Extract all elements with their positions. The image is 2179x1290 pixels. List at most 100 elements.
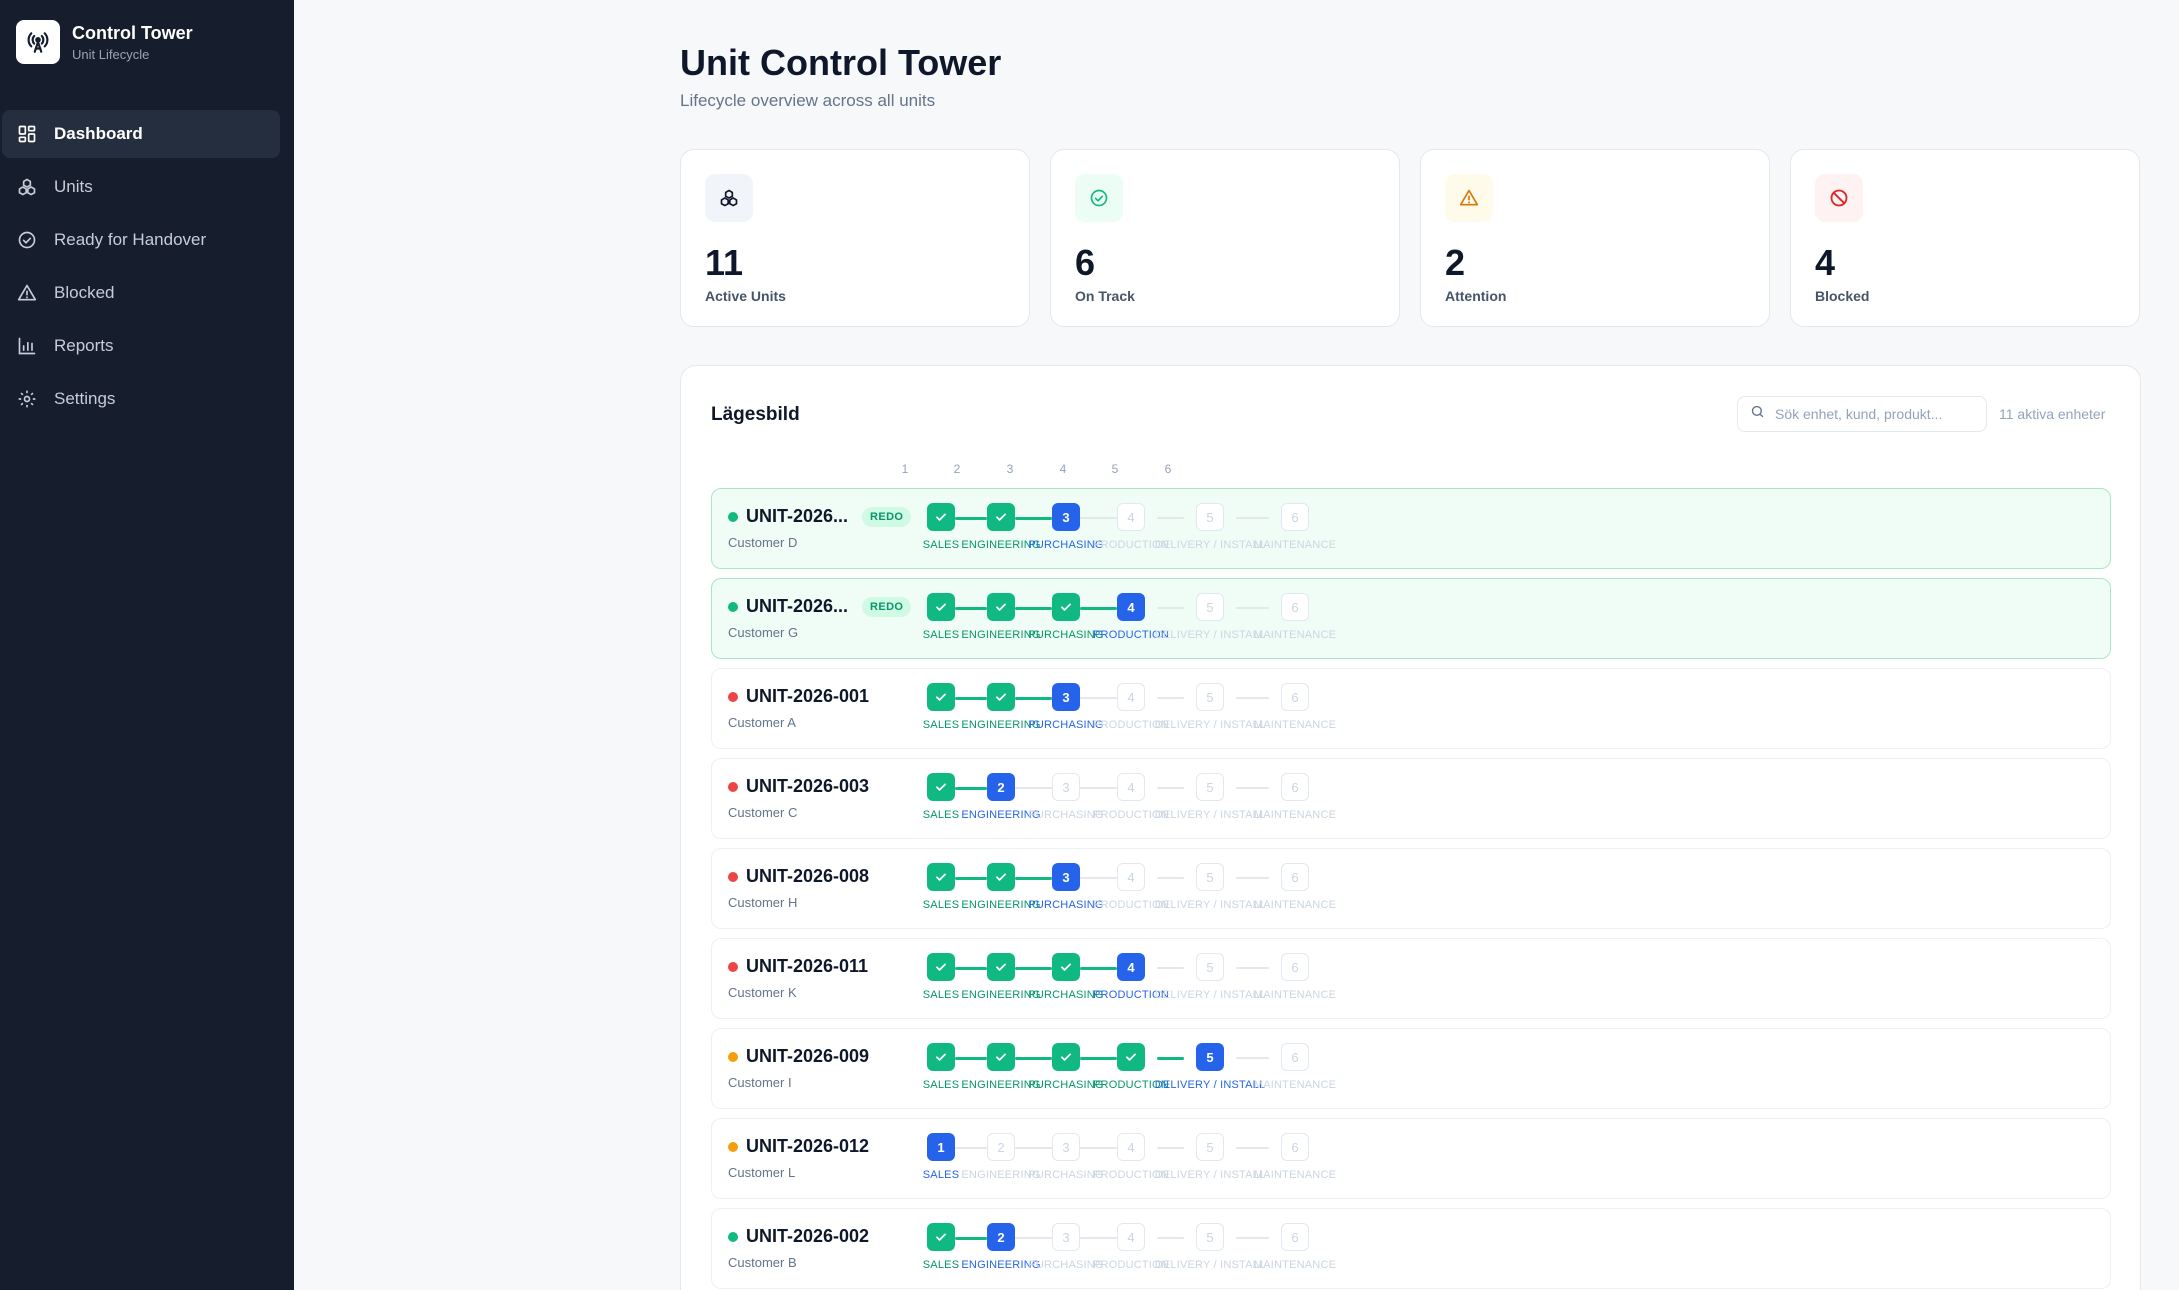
unit-row[interactable]: UNIT-2026... REDO Customer D SALES ENGINEERI… [711,488,2111,569]
unit-row[interactable]: UNIT-2026-002 Customer B SALES 2 ENGINEERING… [711,1208,2111,1289]
column-number: 3 [1006,462,1014,476]
stat-card-attention[interactable]: 2 Attention [1420,149,1770,327]
unit-list: UNIT-2026... REDO Customer D SALES ENGINEERI… [711,488,2111,1290]
stage-number: 6 [1281,773,1309,801]
unit-id[interactable]: UNIT-2026-011 [746,956,868,977]
sidebar-item-label: Ready for Handover [54,230,207,249]
unit-id[interactable]: UNIT-2026... [746,596,848,617]
brand[interactable]: Control Tower Unit Lifecycle [0,0,294,84]
customer-name: Customer A [728,715,796,730]
stage-number: 6 [1281,1223,1309,1251]
status-dot [728,1232,738,1242]
stat-card-active-units[interactable]: 11 Active Units [680,149,1030,327]
unit-id[interactable]: UNIT-2026-001 [746,686,869,707]
stat-label: Attention [1445,288,1507,304]
stage-number: 5 [1196,503,1224,531]
unit-row[interactable]: UNIT-2026... REDO Customer G SALES ENGINEERI… [711,578,2111,659]
sidebar-item-label: Dashboard [54,124,143,143]
sidebar-item-blocked[interactable]: Blocked [2,269,280,317]
stage-number: 5 [1196,953,1224,981]
antenna-icon [16,20,60,64]
unit-id[interactable]: UNIT-2026-009 [746,1046,869,1067]
bar-chart-icon [16,335,38,357]
stage-maintenance[interactable]: 6 MAINTENANCE [1225,953,1365,1009]
stage-number: 6 [1281,953,1309,981]
sidebar-item-units[interactable]: Units [2,163,280,211]
unit-id[interactable]: UNIT-2026-002 [746,1226,869,1247]
stat-card-on-track[interactable]: 6 On Track [1050,149,1400,327]
sidebar-item-label: Reports [54,336,114,355]
stage-maintenance[interactable]: 6 MAINTENANCE [1225,773,1365,829]
unit-id[interactable]: UNIT-2026... [746,506,848,527]
stage-number: 6 [1281,683,1309,711]
column-number: 6 [1164,462,1172,476]
panel-title: Lägesbild [711,404,800,425]
search-input[interactable] [1775,406,1965,422]
search-box[interactable] [1737,396,1987,432]
stat-card-blocked[interactable]: 4 Blocked [1790,149,2140,327]
customer-name: Customer G [728,625,799,640]
stage-number: 5 [1196,593,1224,621]
unit-row[interactable]: UNIT-2026-003 Customer C SALES 2 ENGINEERING… [711,758,2111,839]
unit-row[interactable]: UNIT-2026-001 Customer A SALES ENGINEERING 3… [711,668,2111,749]
status-dot [728,692,738,702]
stage-label: MAINTENANCE [1253,1259,1337,1271]
stage-number: 5 [1196,1223,1224,1251]
stage-number: 6 [1281,503,1309,531]
page-title: Unit Control Tower [680,42,1002,83]
status-dot [728,872,738,882]
stage-maintenance[interactable]: 6 MAINTENANCE [1225,863,1365,919]
dashboard-icon [16,123,38,145]
stat-value: 11 [705,242,744,283]
stage-maintenance[interactable]: 6 MAINTENANCE [1225,1043,1365,1099]
units-icon [705,174,753,222]
sidebar-item-label: Blocked [54,283,115,302]
unit-row[interactable]: UNIT-2026-009 Customer I SALES ENGINEERING P… [711,1028,2111,1109]
stage-maintenance[interactable]: 6 MAINTENANCE [1225,683,1365,739]
stage-label: MAINTENANCE [1253,899,1337,911]
customer-name: Customer C [728,805,798,820]
stage-number: 6 [1281,1043,1309,1071]
unit-row[interactable]: UNIT-2026-008 Customer H SALES ENGINEERING 3… [711,848,2111,929]
column-number: 1 [901,462,909,476]
stage-maintenance[interactable]: 6 MAINTENANCE [1225,1223,1365,1279]
column-numbers: 1 2 3 4 5 6 [681,462,2140,478]
sidebar-item-dashboard[interactable]: Dashboard [2,110,280,158]
unit-id[interactable]: UNIT-2026-003 [746,776,869,797]
stage-label: MAINTENANCE [1253,539,1337,551]
stage-maintenance[interactable]: 6 MAINTENANCE [1225,1133,1365,1189]
column-number: 5 [1111,462,1119,476]
sidebar-item-settings[interactable]: Settings [2,375,280,423]
status-dot [728,782,738,792]
status-dot [728,962,738,972]
status-panel: Lägesbild 11 aktiva enheter 1 2 3 4 5 6 UNIT-… [680,365,2141,1290]
stat-label: Blocked [1815,288,1870,304]
stage-label: MAINTENANCE [1253,989,1337,1001]
customer-name: Customer I [728,1075,792,1090]
stat-label: On Track [1075,288,1135,304]
sidebar-item-label: Settings [54,389,116,408]
sidebar-item-ready-for-handover[interactable]: Ready for Handover [2,216,280,264]
stage-label: MAINTENANCE [1253,809,1337,821]
stage-maintenance[interactable]: 6 MAINTENANCE [1225,593,1365,649]
status-dot [728,1142,738,1152]
stage-label: MAINTENANCE [1253,1169,1337,1181]
warning-icon [1445,174,1493,222]
status-dot [728,602,738,612]
customer-name: Customer B [728,1255,797,1270]
unit-row[interactable]: UNIT-2026-012 Customer L 1 SALES 2 ENGINEERIN… [711,1118,2111,1199]
sidebar: Control Tower Unit Lifecycle Dashboard Un… [0,0,294,1290]
sidebar-item-reports[interactable]: Reports [2,322,280,370]
stage-number: 5 [1196,773,1224,801]
unit-row[interactable]: UNIT-2026-011 Customer K SALES ENGINEERING P… [711,938,2111,1019]
units-icon [16,176,38,198]
customer-name: Customer L [728,1165,796,1180]
stage-label: MAINTENANCE [1253,719,1337,731]
unit-id[interactable]: UNIT-2026-008 [746,866,869,887]
brand-subtitle: Unit Lifecycle [72,46,150,62]
unit-id[interactable]: UNIT-2026-012 [746,1136,869,1157]
stat-value: 4 [1815,242,1836,283]
stage-maintenance[interactable]: 6 MAINTENANCE [1225,503,1365,559]
column-number: 2 [953,462,961,476]
customer-name: Customer H [728,895,798,910]
